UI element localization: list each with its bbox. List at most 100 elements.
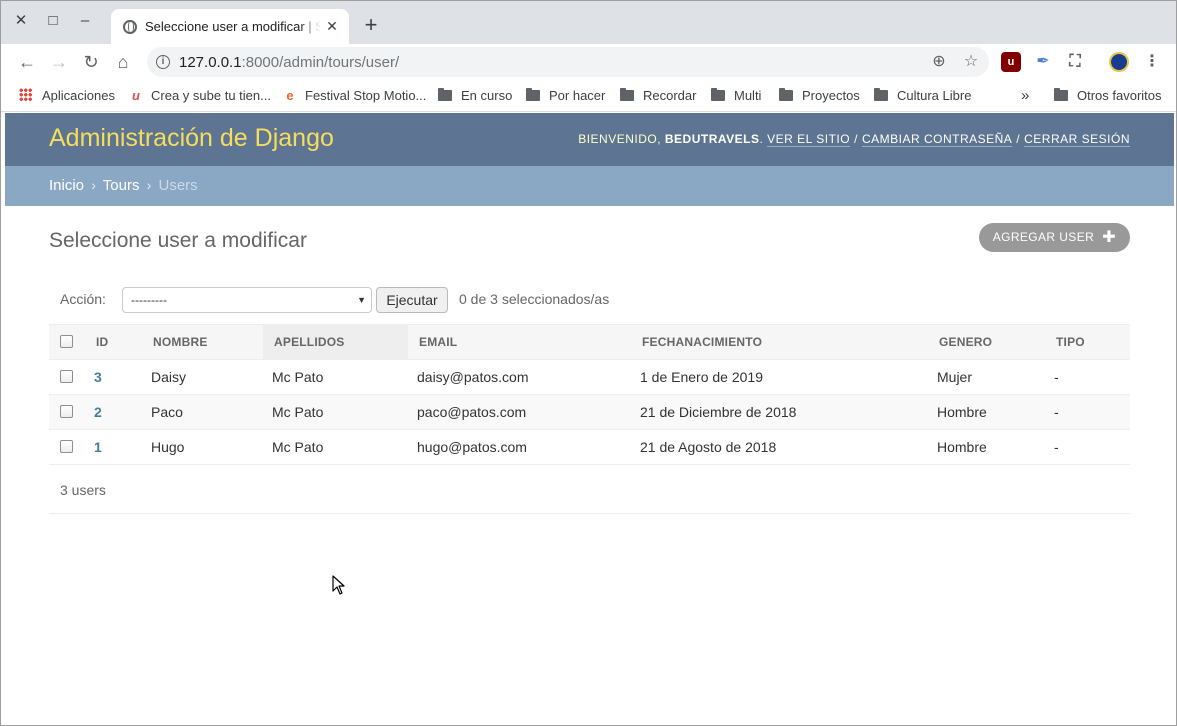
logout-link[interactable]: CERRAR SESIÓN <box>1024 132 1130 147</box>
cell-fechanacimiento: 1 de Enero de 2019 <box>640 369 763 385</box>
cell-genero: Hombre <box>937 404 987 420</box>
cell-nombre: Hugo <box>151 439 185 455</box>
bookmark-proyectos[interactable]: Proyectos <box>779 86 860 106</box>
bookmark-multi[interactable]: Multi <box>711 86 761 106</box>
run-action-button[interactable]: Ejecutar <box>376 287 448 313</box>
table-row: 2 Paco Mc Pato paco@patos.com 21 de Dici… <box>49 395 1130 430</box>
browser-window: ✕ □ – Seleccione user a modificar | Siti… <box>0 0 1177 726</box>
row-checkbox[interactable] <box>60 405 73 418</box>
column-header-id[interactable]: ID <box>96 325 108 360</box>
row-checkbox[interactable] <box>60 370 73 383</box>
change-password-link[interactable]: CAMBIAR CONTRASEÑA <box>861 132 1013 147</box>
folder-icon <box>874 88 888 101</box>
row-id-link[interactable]: 2 <box>94 395 102 430</box>
bookmark-crea[interactable]: u Crea y sube tu tien... <box>129 86 271 106</box>
address-bar[interactable]: i 127.0.0.1:8000/admin/tours/user/ ⊕ ☆ <box>147 47 989 77</box>
row-id-link[interactable]: 1 <box>94 430 102 465</box>
results-table: ID NOMBRE APELLIDOS EMAIL FECHANACIMIENT… <box>49 324 1130 465</box>
bookmarks-bar: Aplicaciones u Crea y sube tu tien... e Fe… <box>1 80 1176 112</box>
view-site-link[interactable]: VER EL SITIO <box>767 132 851 147</box>
cell-fechanacimiento: 21 de Agosto de 2018 <box>640 439 777 455</box>
column-header-tipo[interactable]: TIPO <box>1056 325 1085 360</box>
cell-nombre: Daisy <box>151 369 187 385</box>
mouse-cursor-icon <box>332 575 345 595</box>
column-header-genero[interactable]: GENERO <box>939 325 992 360</box>
bookmark-recordar[interactable]: Recordar <box>620 86 696 106</box>
bookmark-other[interactable]: Otros favoritos <box>1054 86 1162 106</box>
globe-icon <box>123 20 137 34</box>
breadcrumb-home[interactable]: Inicio <box>49 177 84 194</box>
bookmark-festival[interactable]: e Festival Stop Motio... <box>283 86 426 106</box>
action-select[interactable]: --------- ▼ <box>122 287 372 313</box>
column-header-email[interactable]: EMAIL <box>419 325 457 360</box>
back-icon[interactable]: ← <box>15 50 39 74</box>
screen-capture-icon[interactable]: ⛶ <box>1065 52 1085 72</box>
table-row: 1 Hugo Mc Pato hugo@patos.com 21 de Agos… <box>49 430 1130 465</box>
menu-kebab-icon[interactable]: ⋮ <box>1142 52 1162 72</box>
feather-icon[interactable]: ✒ <box>1033 52 1053 72</box>
column-header-nombre[interactable]: NOMBRE <box>153 325 208 360</box>
cell-apellidos: Mc Pato <box>272 439 324 455</box>
home-icon[interactable]: ⌂ <box>111 50 135 74</box>
column-header-fechanacimiento[interactable]: FECHANACIMIENTO <box>642 325 762 360</box>
table-header: ID NOMBRE APELLIDOS EMAIL FECHANACIMIENT… <box>49 324 1130 360</box>
plus-icon: ✚ <box>1102 229 1116 246</box>
tab-close-icon[interactable]: ✕ <box>323 17 341 35</box>
actions-bar: Acción: --------- ▼ Ejecutar 0 de 3 selec… <box>49 275 1130 323</box>
more-bookmarks-icon[interactable]: » <box>1021 86 1029 106</box>
cell-email: paco@patos.com <box>417 404 527 420</box>
folder-icon <box>1054 88 1068 101</box>
user-tools: BIENVENIDO, BEDUTRAVELS. VER EL SITIO / CA… <box>578 132 1130 147</box>
url-text[interactable]: 127.0.0.1:8000/admin/tours/user/ <box>179 54 399 71</box>
username: BEDUTRAVELS <box>664 132 760 146</box>
folder-icon <box>438 88 452 101</box>
row-id-link[interactable]: 3 <box>94 360 102 395</box>
column-header-apellidos[interactable]: APELLIDOS <box>263 325 408 360</box>
select-all-checkbox[interactable] <box>60 335 73 348</box>
tab-title: Seleccione user a modificar | Sitio de a… <box>145 19 321 34</box>
paginator: 3 users <box>49 466 1130 514</box>
bookmark-por-hacer[interactable]: Por hacer <box>526 86 605 106</box>
maximize-window-icon[interactable]: □ <box>43 11 63 31</box>
ublock-icon[interactable]: u <box>1001 52 1021 72</box>
bookmark-apps[interactable]: Aplicaciones <box>19 86 115 106</box>
cell-fechanacimiento: 21 de Diciembre de 2018 <box>640 404 797 420</box>
row-checkbox[interactable] <box>60 440 73 453</box>
cell-apellidos: Mc Pato <box>272 404 324 420</box>
zoom-icon[interactable]: ⊕ <box>929 52 949 72</box>
close-window-icon[interactable]: ✕ <box>11 11 31 31</box>
add-user-button[interactable]: AGREGAR USER ✚ <box>978 223 1130 252</box>
table-row: 3 Daisy Mc Pato daisy@patos.com 1 de Ene… <box>49 360 1130 395</box>
welcome-text: BIENVENIDO, <box>578 132 665 146</box>
info-icon[interactable]: i <box>156 55 170 69</box>
breadcrumb-app[interactable]: Tours <box>103 177 140 194</box>
site-name[interactable]: Administración de Django <box>49 124 334 153</box>
forward-icon[interactable]: → <box>47 50 71 74</box>
cell-tipo: - <box>1054 404 1059 420</box>
cell-nombre: Paco <box>151 404 183 420</box>
breadcrumb: Inicio › Tours › Users <box>5 166 1174 206</box>
django-admin-page: Administración de Django BIENVENIDO, BED… <box>5 113 1174 725</box>
folder-icon <box>779 88 793 101</box>
folder-icon <box>526 88 540 101</box>
star-icon[interactable]: ☆ <box>961 52 981 72</box>
cell-genero: Mujer <box>937 369 973 385</box>
bookmark-cultura-libre[interactable]: Cultura Libre <box>874 86 971 106</box>
chevron-down-icon: ▼ <box>357 295 366 305</box>
reload-icon[interactable]: ↻ <box>79 50 103 74</box>
cell-email: hugo@patos.com <box>417 439 527 455</box>
tab-active[interactable]: Seleccione user a modificar | Sitio de a… <box>111 9 349 44</box>
folder-icon <box>711 88 725 101</box>
u-logo-icon: u <box>132 88 140 103</box>
cell-email: daisy@patos.com <box>417 369 529 385</box>
selection-count: 0 de 3 seleccionados/as <box>459 291 610 307</box>
action-label: Acción: <box>60 291 106 307</box>
minimize-window-icon[interactable]: – <box>75 11 95 31</box>
folder-icon <box>620 88 634 101</box>
breadcrumb-current: Users <box>158 177 198 194</box>
apps-grid-icon <box>19 88 32 101</box>
cell-tipo: - <box>1054 439 1059 455</box>
bookmark-en-curso[interactable]: En curso <box>438 86 512 106</box>
new-tab-icon[interactable]: + <box>360 14 382 36</box>
avatar[interactable] <box>1109 52 1129 72</box>
